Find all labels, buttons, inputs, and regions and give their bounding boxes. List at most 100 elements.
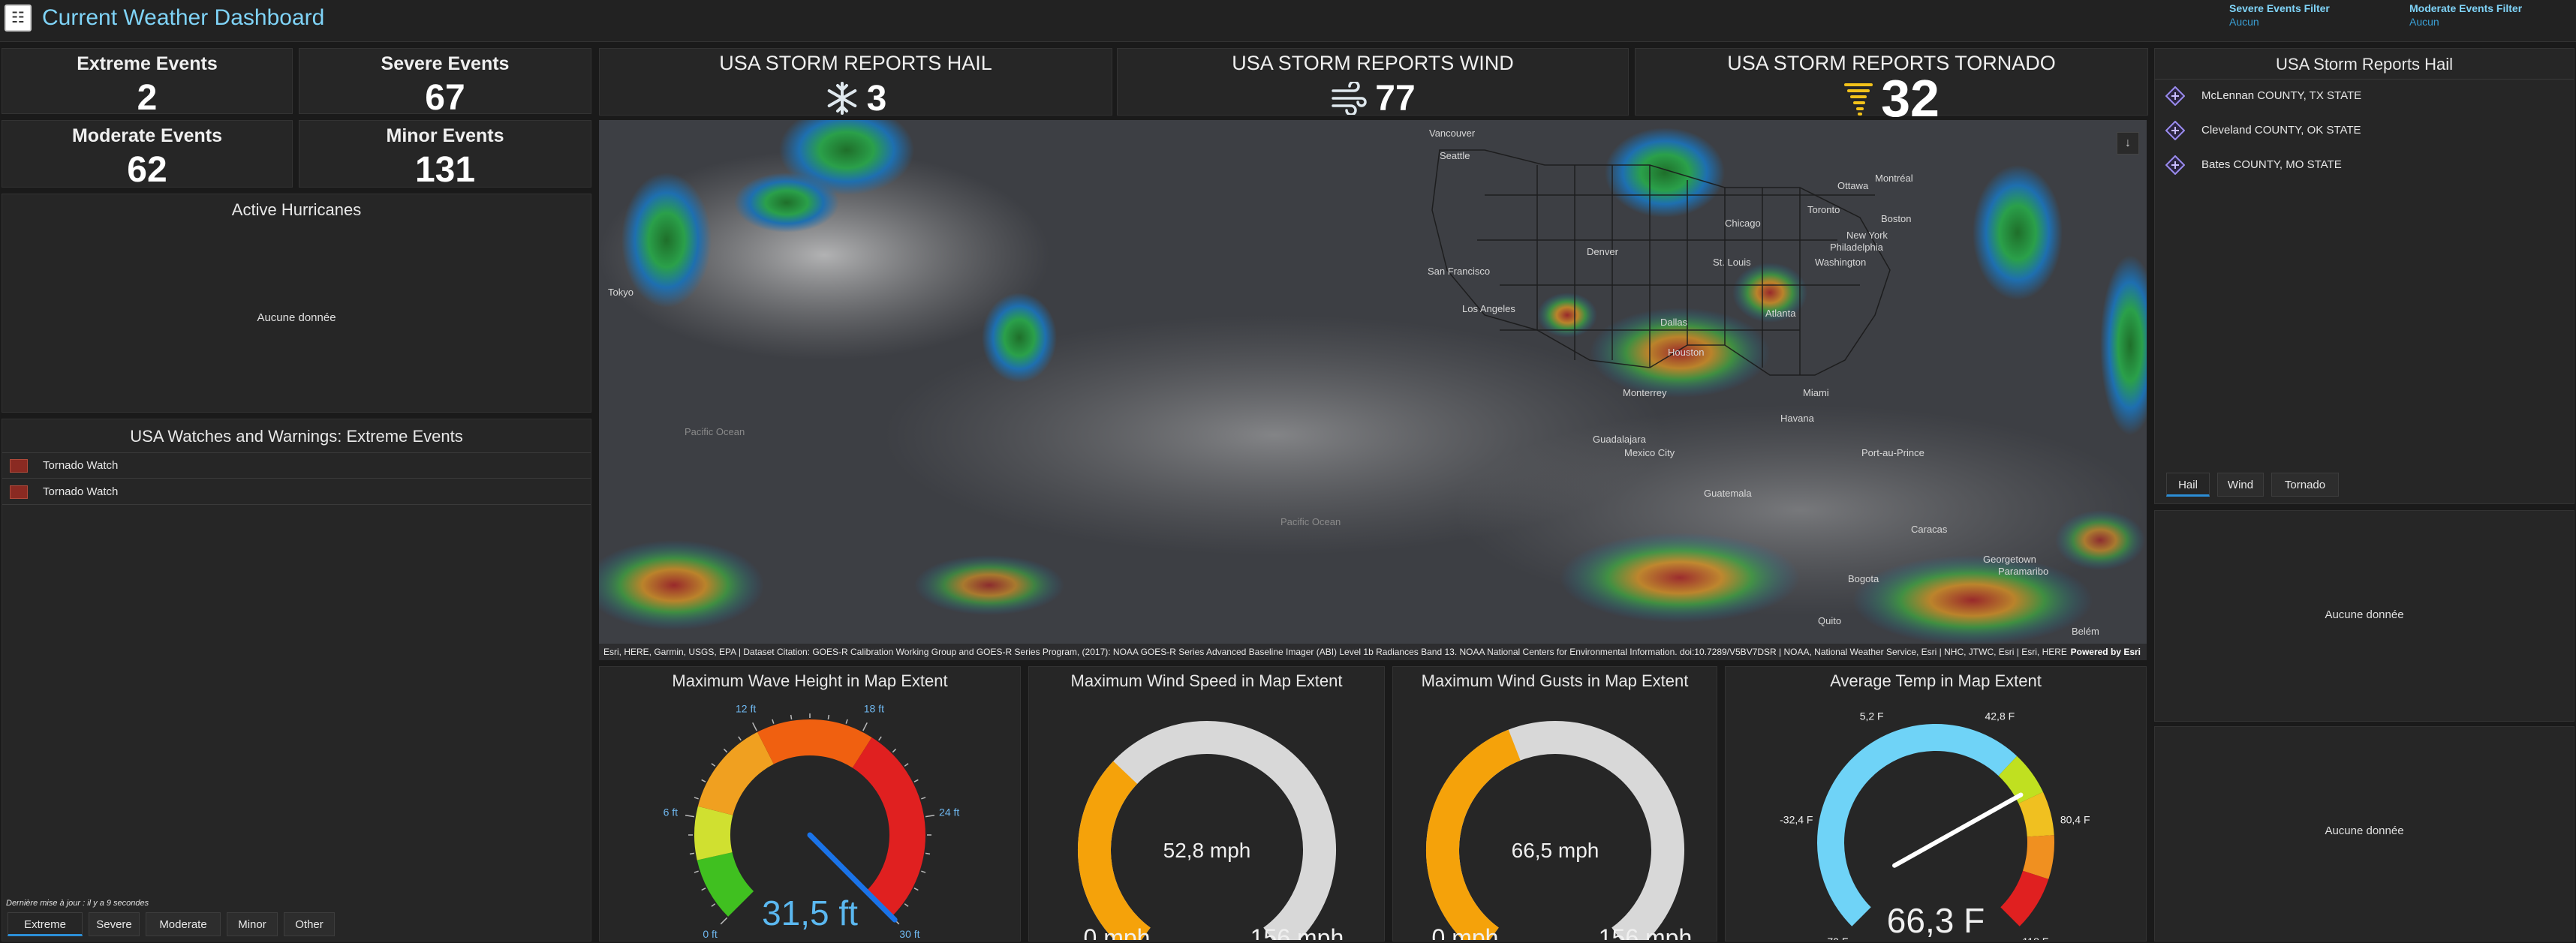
list-item[interactable]: Bates COUNTY, MO STATE bbox=[2155, 148, 2574, 182]
satellite-imagery bbox=[599, 120, 2147, 660]
map-collapse-toggle-icon[interactable]: ↓ bbox=[2117, 132, 2139, 155]
tab-other[interactable]: Other bbox=[284, 912, 335, 936]
gauge-max-label: 156 mph bbox=[1599, 924, 1693, 940]
gauge-tick-label: 6 ft bbox=[664, 806, 679, 818]
gauge-band bbox=[2018, 791, 2054, 837]
panel-title: Active Hurricanes bbox=[231, 200, 362, 219]
tornado-icon bbox=[1844, 83, 1873, 116]
map-label-bogota: Bogota bbox=[1848, 573, 1879, 584]
gauge-band bbox=[694, 806, 733, 860]
map-label-portauprince: Port-au-Prince bbox=[1861, 447, 1924, 458]
map-label-quito: Quito bbox=[1818, 615, 1842, 626]
average-temp-gauge-panel: Average Temp in Map Extent -70 F -32,4 F 5… bbox=[1725, 666, 2147, 941]
map-label-houston: Houston bbox=[1668, 347, 1705, 358]
gauge-band bbox=[697, 731, 775, 816]
gauge-band bbox=[1998, 755, 2043, 804]
no-data-panel: Aucune donnée bbox=[2154, 726, 2574, 941]
list-item[interactable]: Tornado Watch bbox=[2, 453, 591, 479]
gauge-tick-label: 118 F bbox=[2023, 935, 2049, 940]
map-label-tokyo: Tokyo bbox=[608, 287, 633, 298]
gauge-title: Maximum Wave Height in Map Extent bbox=[672, 671, 948, 690]
severe-events-filter[interactable]: Severe Events Filter Aucun bbox=[2229, 2, 2330, 29]
gauge-min-label: 0 mph bbox=[1084, 924, 1151, 940]
weather-map[interactable]: Vancouver Seattle Ottawa Montréal Toront… bbox=[599, 120, 2147, 660]
gauge-title: Maximum Wind Speed in Map Extent bbox=[1070, 671, 1343, 690]
panel-title: USA Watches and Warnings: Extreme Events bbox=[130, 427, 463, 446]
map-label-caracas: Caracas bbox=[1911, 524, 1948, 535]
hail-diamond-icon bbox=[2165, 155, 2185, 175]
list-item[interactable]: Cleveland COUNTY, OK STATE bbox=[2155, 113, 2574, 148]
storm-hail-count: 3 bbox=[866, 78, 887, 119]
gauge-band bbox=[1817, 724, 2018, 926]
hail-diamond-icon bbox=[2165, 86, 2185, 106]
gauge-tick bbox=[720, 917, 728, 925]
kpi-severe-events: Severe Events 67 bbox=[299, 48, 591, 118]
wind-icon bbox=[1332, 82, 1368, 115]
gauge-tick-label: 42,8 F bbox=[1985, 710, 2015, 722]
map-label-guadalajara: Guadalajara bbox=[1593, 434, 1646, 445]
gauge-tick-label: 30 ft bbox=[899, 928, 919, 940]
kpi-value: 2 bbox=[137, 78, 158, 118]
no-data-text: Aucune donnée bbox=[257, 311, 336, 324]
gauge-tick bbox=[921, 870, 926, 873]
gauge-tick bbox=[790, 714, 793, 720]
map-label-newyork: New York bbox=[1846, 230, 1888, 241]
gauge-band bbox=[852, 737, 925, 917]
gauge-band bbox=[757, 719, 872, 768]
map-label-dallas: Dallas bbox=[1660, 317, 1688, 328]
storm-reports-hail-tile: USA STORM REPORTS HAIL 3 bbox=[599, 48, 1112, 119]
gauge-tick bbox=[701, 779, 706, 782]
tab-minor[interactable]: Minor bbox=[227, 912, 278, 936]
kpi-value: 67 bbox=[425, 78, 465, 118]
gauge-value: 66,3 F bbox=[1887, 901, 1985, 940]
filter-value: Aucun bbox=[2229, 16, 2259, 28]
gauge-fill bbox=[1078, 761, 1151, 940]
storm-wind-count: 77 bbox=[1375, 78, 1416, 119]
filter-title: Moderate Events Filter bbox=[2409, 2, 2523, 14]
gauge-tick-label: -70 F bbox=[1824, 935, 1849, 940]
map-label-philadelphia: Philadelphia bbox=[1830, 242, 1883, 253]
wind-gusts-gauge-panel: Maximum Wind Gusts in Map Extent 66,5 mp… bbox=[1392, 666, 1717, 941]
map-label-pacific-ocean: Pacific Ocean bbox=[685, 426, 745, 437]
tornado-watch-swatch-icon bbox=[10, 459, 28, 473]
gauge-tick bbox=[913, 779, 919, 782]
snowflake-icon bbox=[827, 82, 856, 115]
kpi-label: Moderate Events bbox=[71, 125, 223, 146]
gauge-tick-label: 24 ft bbox=[939, 806, 959, 818]
map-label-seattle: Seattle bbox=[1440, 150, 1470, 161]
app-header: ☷ Current Weather Dashboard Severe Event… bbox=[0, 0, 2576, 42]
app-logo-icon: ☷ bbox=[5, 5, 32, 32]
gauge-tick bbox=[752, 722, 757, 731]
active-hurricanes-panel: Active Hurricanes Aucune donnée bbox=[2, 194, 591, 413]
gauge-tick bbox=[689, 852, 695, 855]
moderate-events-filter[interactable]: Moderate Events Filter Aucun bbox=[2409, 2, 2522, 29]
tab-hail[interactable]: Hail bbox=[2166, 473, 2210, 497]
tab-wind[interactable]: Wind bbox=[2217, 473, 2264, 497]
map-label-sanfrancisco: San Francisco bbox=[1428, 266, 1491, 277]
wind-speed-gauge: 52,8 mph 0 mph 156 mph bbox=[1078, 721, 1344, 940]
map-label-losangeles: Los Angeles bbox=[1462, 303, 1515, 314]
gauge-value: 31,5 ft bbox=[762, 893, 858, 932]
tab-extreme[interactable]: Extreme bbox=[8, 912, 83, 936]
gauge-tick bbox=[738, 736, 742, 741]
storm-tornado-count: 32 bbox=[1881, 69, 1940, 128]
tab-tornado[interactable]: Tornado bbox=[2271, 473, 2339, 497]
app-title: Current Weather Dashboard bbox=[42, 5, 325, 30]
kpi-label: Severe Events bbox=[381, 53, 510, 74]
gauge-max-label: 156 mph bbox=[1250, 924, 1344, 940]
list-item[interactable]: Tornado Watch bbox=[2, 479, 591, 505]
gauge-tick bbox=[921, 797, 926, 800]
kpi-label: Extreme Events bbox=[77, 53, 218, 74]
gauge-value: 52,8 mph bbox=[1163, 839, 1251, 862]
list-item[interactable]: McLennan COUNTY, TX STATE bbox=[2155, 79, 2574, 113]
gauge-tick bbox=[913, 887, 919, 891]
map-label-washington: Washington bbox=[1815, 257, 1867, 268]
gauge-tick bbox=[862, 722, 868, 731]
tab-moderate[interactable]: Moderate bbox=[146, 912, 221, 936]
average-temp-gauge: -70 F -32,4 F 5,2 F 42,8 F 80,4 F 118 F 66,3 F bbox=[1780, 710, 2090, 940]
tab-severe[interactable]: Severe bbox=[89, 912, 140, 936]
powered-by-esri[interactable]: Powered by Esri bbox=[2071, 644, 2141, 660]
map-label-toronto: Toronto bbox=[1807, 204, 1840, 215]
wave-height-gauge: 0 ft 6 ft 12 ft 18 ft 24 ft 30 ft 31,5 ft bbox=[664, 702, 960, 940]
map-label-denver: Denver bbox=[1587, 246, 1618, 257]
